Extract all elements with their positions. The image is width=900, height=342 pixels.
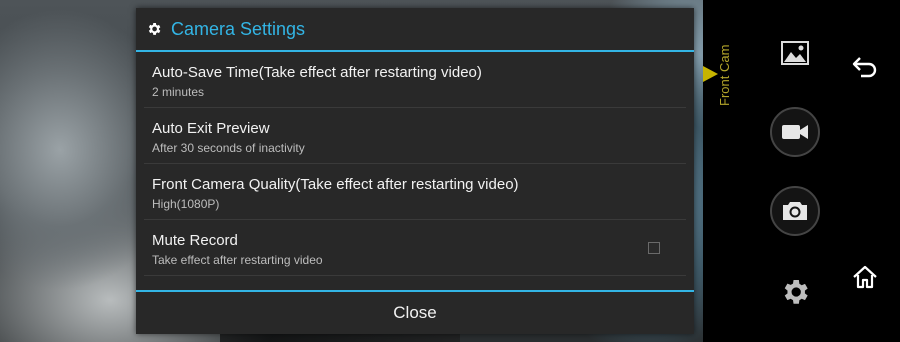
dialog-header: Camera Settings [136, 8, 694, 52]
photo-capture-button[interactable] [770, 186, 820, 236]
camera-control-panel: Front Cam [703, 0, 900, 342]
gallery-icon[interactable] [779, 40, 811, 66]
setting-auto-save-time[interactable]: Auto-Save Time(Take effect after restart… [144, 52, 686, 108]
settings-list: Auto-Save Time(Take effect after restart… [144, 52, 686, 276]
setting-front-camera-quality[interactable]: Front Camera Quality(Take effect after r… [144, 164, 686, 220]
camera-indicator-arrow-icon [703, 66, 718, 82]
front-cam-toggle[interactable]: Front Cam [717, 40, 735, 106]
setting-auto-exit-preview[interactable]: Auto Exit Preview After 30 seconds of in… [144, 108, 686, 164]
setting-summary: High(1080P) [152, 197, 220, 211]
setting-mute-record[interactable]: Mute Record Take effect after restarting… [144, 220, 686, 276]
dialog-title: Camera Settings [171, 18, 306, 39]
home-icon[interactable] [851, 264, 879, 290]
setting-summary: Take effect after restarting video [152, 253, 323, 267]
mute-record-checkbox[interactable] [648, 242, 660, 254]
settings-gear-icon[interactable] [779, 276, 811, 308]
gear-icon [146, 21, 162, 37]
back-arrow-icon[interactable] [851, 54, 879, 78]
photo-camera-icon [783, 202, 807, 220]
camera-settings-dialog: Camera Settings Auto-Save Time(Take effe… [136, 8, 694, 334]
setting-title: Front Camera Quality(Take effect after r… [152, 176, 519, 193]
video-record-button[interactable] [770, 107, 820, 157]
setting-title: Auto Exit Preview [152, 120, 270, 137]
setting-title: Auto-Save Time(Take effect after restart… [152, 64, 482, 81]
setting-title: Mute Record [152, 232, 238, 249]
close-button[interactable]: Close [136, 292, 694, 334]
setting-summary: 2 minutes [152, 85, 205, 99]
video-camera-icon [782, 125, 808, 139]
camera-app-screen: Camera Settings Auto-Save Time(Take effe… [0, 0, 900, 342]
setting-summary: After 30 seconds of inactivity [152, 141, 305, 155]
